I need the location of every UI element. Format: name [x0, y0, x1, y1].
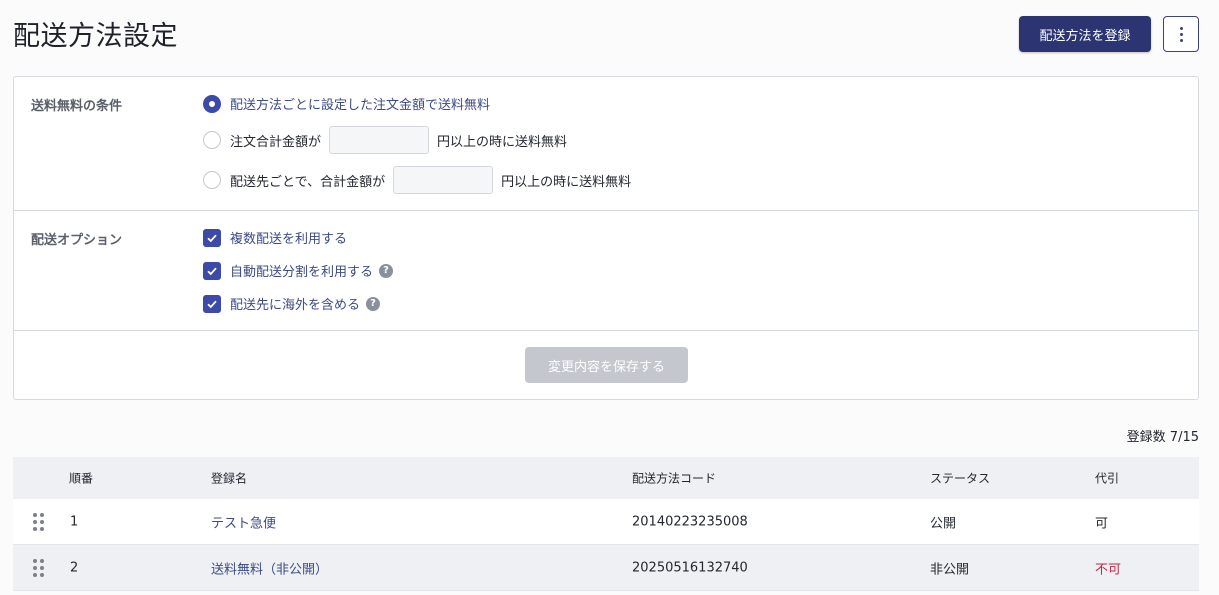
- option-suffix: 円以上の時に送料無料: [501, 174, 632, 190]
- row-cod: 不可: [1095, 562, 1122, 577]
- checkbox-checked[interactable]: [203, 294, 221, 313]
- column-header-code: 配送方法コード: [632, 471, 717, 486]
- row-code: 20250516132740: [632, 560, 748, 575]
- row-name-link[interactable]: 送料無料（非公開）: [211, 558, 328, 577]
- drag-handle-icon[interactable]: [33, 558, 44, 577]
- save-changes-button[interactable]: 変更内容を保存する: [525, 347, 688, 383]
- delivery-options-label: 配送オプション: [31, 233, 123, 248]
- help-icon[interactable]: ?: [366, 296, 381, 311]
- section-divider: [14, 330, 1198, 331]
- row-status: 公開: [930, 516, 957, 531]
- row-name-link[interactable]: テスト急便: [211, 512, 276, 531]
- column-header-status: ステータス: [930, 471, 991, 486]
- page-title: 配送方法設定: [13, 21, 178, 52]
- option-label: 配送方法ごとに設定した注文金額で送料無料: [230, 98, 491, 113]
- radio-button[interactable]: [203, 171, 221, 189]
- drag-handle-icon[interactable]: [33, 512, 44, 531]
- checkbox-checked[interactable]: [203, 261, 221, 280]
- option-suffix: 円以上の時に送料無料: [437, 134, 568, 150]
- destination-total-amount-input[interactable]: [393, 166, 494, 194]
- check-icon: [207, 267, 217, 275]
- check-icon: [207, 300, 217, 308]
- option-prefix: 注文合計金額が: [230, 134, 322, 150]
- free-shipping-label: 送料無料の条件: [31, 99, 123, 114]
- column-header-cod: 代引: [1095, 471, 1120, 486]
- more-options-button[interactable]: [1163, 16, 1199, 52]
- option-multiple-delivery[interactable]: 複数配送を利用する: [203, 228, 347, 247]
- free-shipping-option-1[interactable]: 配送方法ごとに設定した注文金額で送料無料: [203, 94, 490, 113]
- free-shipping-option-3[interactable]: 配送先ごとで、合計金額が 円以上の時に送料無料: [203, 166, 631, 194]
- order-total-amount-input[interactable]: [329, 126, 430, 154]
- row-order: 2: [70, 560, 79, 575]
- kebab-menu-icon: [1179, 26, 1183, 42]
- option-label: 自動配送分割を利用する: [230, 265, 374, 280]
- check-icon: [207, 234, 217, 242]
- table-header: 順番 登録名 配送方法コード ステータス 代引: [13, 457, 1199, 499]
- checkbox-checked[interactable]: [203, 228, 221, 247]
- row-code: 20140223235008: [632, 514, 748, 529]
- column-header-order: 順番: [69, 471, 94, 486]
- radio-button-selected[interactable]: [203, 94, 221, 113]
- register-shipping-method-button[interactable]: 配送方法を登録: [1019, 16, 1151, 52]
- option-label: 複数配送を利用する: [230, 232, 348, 247]
- help-icon[interactable]: ?: [379, 263, 394, 278]
- registration-count: 登録数 7/15: [1126, 430, 1199, 445]
- settings-panel: 送料無料の条件 配送方法ごとに設定した注文金額で送料無料 注文合計金額が 円以上…: [13, 76, 1199, 400]
- option-label: 配送先に海外を含める: [230, 298, 361, 313]
- table-row[interactable]: 2 送料無料（非公開） 20250516132740 非公開 不可: [13, 545, 1199, 591]
- section-divider: [14, 210, 1198, 211]
- option-prefix: 配送先ごとで、合計金額が: [230, 174, 386, 190]
- column-header-name: 登録名: [211, 471, 248, 486]
- row-cod: 可: [1095, 516, 1109, 531]
- radio-button[interactable]: [203, 131, 221, 149]
- row-status: 非公開: [930, 562, 970, 577]
- table-row[interactable]: 1 テスト急便 20140223235008 公開 可: [13, 499, 1199, 545]
- shipping-methods-table: 順番 登録名 配送方法コード ステータス 代引 1 テスト急便 20140223…: [13, 457, 1199, 591]
- row-order: 1: [70, 514, 79, 529]
- option-auto-split-delivery[interactable]: 自動配送分割を利用する ?: [203, 261, 394, 280]
- option-include-overseas[interactable]: 配送先に海外を含める ?: [203, 294, 381, 313]
- free-shipping-option-2[interactable]: 注文合計金額が 円以上の時に送料無料: [203, 126, 567, 154]
